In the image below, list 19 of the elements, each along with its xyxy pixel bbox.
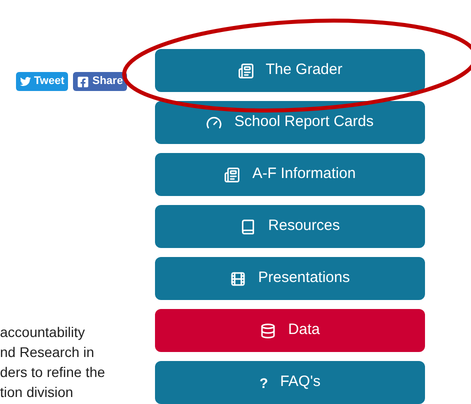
share-button[interactable]: Share — [73, 72, 127, 91]
body-paragraph: accountability nd Research in ders to refine the tion division — [0, 323, 106, 402]
menu-button[interactable]: A-F Information — [155, 153, 425, 196]
menu-button[interactable]: ? FAQ's — [155, 361, 425, 404]
menu-button[interactable]: School Report Cards — [155, 101, 425, 144]
facebook-icon — [77, 76, 90, 88]
newspaper-icon — [238, 62, 254, 78]
tweet-button[interactable]: Tweet — [16, 72, 68, 91]
newspaper-icon — [224, 166, 240, 182]
menu-button[interactable]: Resources — [155, 205, 425, 248]
film-icon — [230, 270, 246, 286]
book-icon — [240, 218, 256, 234]
question-icon: ? — [260, 376, 268, 390]
menu-button[interactable]: Data — [155, 309, 425, 352]
bird-icon — [20, 76, 31, 87]
database-icon — [260, 322, 276, 338]
gauge-icon — [206, 114, 222, 130]
menu-button[interactable]: The Grader — [155, 49, 425, 92]
menu-button[interactable]: Presentations — [155, 257, 425, 300]
